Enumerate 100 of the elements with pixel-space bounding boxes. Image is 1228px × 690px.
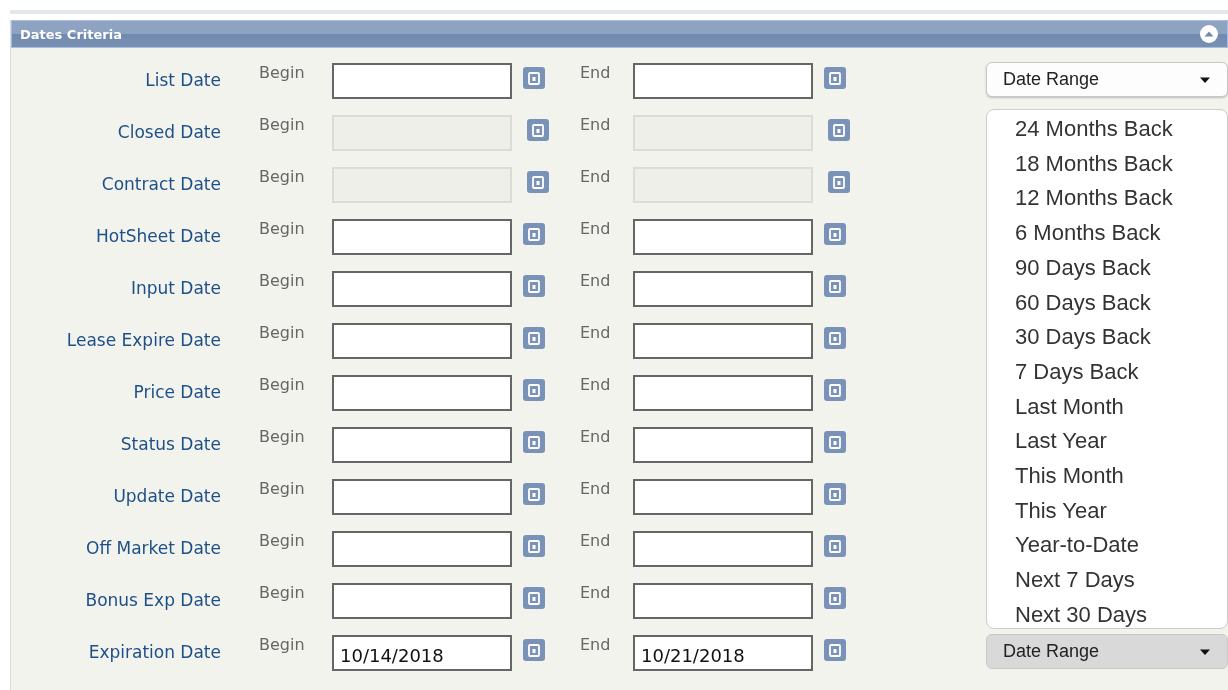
dropdown-option[interactable]: This Year (1015, 493, 1227, 529)
calendar-icon[interactable] (823, 534, 847, 558)
end-label: End (579, 426, 612, 446)
caret-icon (1199, 75, 1211, 84)
end-date-field[interactable] (633, 427, 813, 463)
begin-label: Begin (258, 218, 306, 238)
calendar-icon[interactable] (823, 638, 847, 662)
calendar-icon[interactable] (823, 66, 847, 90)
end-label: End (579, 374, 612, 394)
dropdown-option[interactable]: Next 7 Days (1015, 563, 1227, 598)
begin-label: Begin (258, 322, 306, 342)
calendar-icon[interactable] (522, 66, 546, 90)
dropdown-option[interactable]: 18 Months Back (1015, 146, 1227, 182)
end-label: End (579, 582, 612, 602)
calendar-icon[interactable] (522, 638, 546, 662)
field-label: Status Date (119, 433, 221, 454)
calendar-icon[interactable] (827, 118, 851, 142)
field-label: Input Date (129, 277, 221, 298)
calendar-icon[interactable] (522, 378, 546, 402)
calendar-icon[interactable] (827, 170, 851, 194)
field-label: Closed Date (116, 121, 221, 142)
begin-date-field[interactable] (332, 479, 512, 515)
dropdown-option[interactable]: 30 Days Back (1015, 320, 1227, 355)
end-label: End (579, 62, 612, 82)
dropdown-option[interactable]: Year-to-Date (1015, 528, 1227, 564)
calendar-icon[interactable] (522, 274, 546, 298)
field-label: Contract Date (100, 173, 221, 194)
end-label: End (579, 166, 612, 186)
end-date-field[interactable] (633, 531, 813, 567)
end-date-field[interactable] (633, 583, 813, 619)
dropdown-option[interactable]: 24 Months Back (1015, 112, 1227, 147)
begin-date-field[interactable] (332, 63, 512, 99)
dropdown-option[interactable]: This Month (1015, 459, 1227, 494)
panel-title: Dates Criteria (20, 26, 122, 42)
end-date-field[interactable] (633, 219, 813, 255)
begin-date-field[interactable] (332, 271, 512, 307)
collapse-icon[interactable] (1199, 24, 1219, 44)
end-date-field[interactable] (633, 375, 813, 411)
end-date-field[interactable] (633, 479, 813, 515)
field-label: Lease Expire Date (65, 329, 221, 350)
dropdown-option[interactable]: 90 Days Back (1015, 250, 1227, 286)
dropdown-option[interactable]: 60 Days Back (1015, 285, 1227, 321)
dropdown-option[interactable]: 12 Months Back (1015, 181, 1227, 217)
dropdown-option[interactable]: 6 Months Back (1015, 216, 1227, 251)
field-label: Expiration Date (87, 641, 221, 662)
dropdown-option[interactable]: Last Month (1015, 389, 1227, 425)
end-label: End (579, 634, 612, 654)
begin-date-field[interactable] (332, 375, 512, 411)
calendar-icon[interactable] (823, 378, 847, 402)
end-label: End (579, 530, 612, 550)
field-label: Update Date (112, 485, 221, 506)
begin-label: Begin (258, 426, 306, 446)
begin-label: Begin (258, 478, 306, 498)
begin-label: Begin (258, 634, 306, 654)
calendar-icon[interactable] (522, 586, 546, 610)
begin-label: Begin (258, 62, 306, 82)
end-label: End (579, 114, 612, 134)
caret-icon (1199, 647, 1211, 656)
calendar-icon[interactable] (823, 222, 847, 246)
begin-date-field[interactable]: 10/14/2018 (332, 635, 512, 671)
field-label: Off Market Date (85, 537, 221, 558)
end-label: End (579, 218, 612, 238)
date-range-dropdown[interactable]: Date Range (986, 62, 1228, 97)
begin-date-field[interactable] (332, 219, 512, 255)
begin-label: Begin (258, 530, 306, 550)
calendar-icon[interactable] (522, 534, 546, 558)
calendar-icon[interactable] (526, 170, 550, 194)
calendar-icon[interactable] (526, 118, 550, 142)
begin-date-field[interactable] (332, 427, 512, 463)
calendar-icon[interactable] (823, 274, 847, 298)
calendar-icon[interactable] (522, 430, 546, 454)
begin-label: Begin (258, 166, 306, 186)
end-label: End (579, 478, 612, 498)
end-date-field[interactable]: 10/21/2018 (633, 635, 813, 671)
calendar-icon[interactable] (522, 482, 546, 506)
field-label: Bonus Exp Date (84, 589, 221, 610)
begin-date-field[interactable] (332, 583, 512, 619)
calendar-icon[interactable] (823, 482, 847, 506)
dropdown-option[interactable]: Next 30 Days (1015, 597, 1227, 633)
end-date-field[interactable] (633, 271, 813, 307)
end-label: End (579, 322, 612, 342)
dropdown-option[interactable]: 7 Days Back (1015, 354, 1227, 390)
end-label: End (579, 270, 612, 290)
calendar-icon[interactable] (823, 326, 847, 350)
begin-label: Begin (258, 270, 306, 290)
end-date-field[interactable] (633, 323, 813, 359)
field-label: List Date (144, 69, 221, 90)
calendar-icon[interactable] (823, 430, 847, 454)
dropdown-option[interactable]: Last Year (1015, 424, 1227, 460)
field-label: Price Date (132, 381, 221, 402)
date-range-dropdown[interactable]: Date Range (986, 634, 1228, 669)
end-date-field[interactable] (633, 63, 813, 99)
begin-date-field[interactable] (332, 531, 512, 567)
calendar-icon[interactable] (522, 326, 546, 350)
calendar-icon[interactable] (522, 222, 546, 246)
calendar-icon[interactable] (823, 586, 847, 610)
begin-label: Begin (258, 114, 306, 134)
begin-date-field[interactable] (332, 323, 512, 359)
begin-label: Begin (258, 582, 306, 602)
begin-label: Begin (258, 374, 306, 394)
